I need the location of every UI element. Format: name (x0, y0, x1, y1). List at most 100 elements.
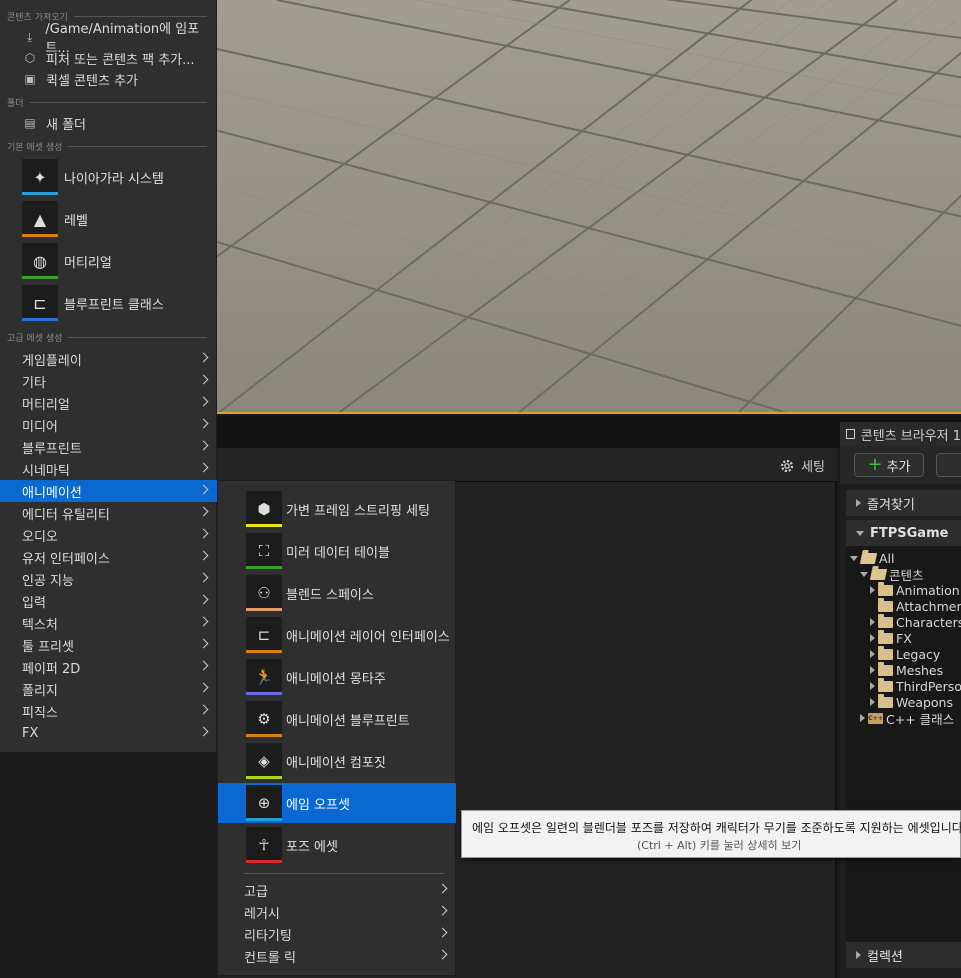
tree-item-label: 콘텐츠 (889, 567, 924, 583)
tree-item[interactable]: Animation (870, 581, 960, 598)
favorites-section[interactable]: 즐겨찾기 (846, 490, 961, 516)
tree-item[interactable]: Legacy (870, 645, 940, 662)
submenu-asset-item[interactable]: ⬢ 가변 프레임 스트리핑 세팅 (218, 489, 456, 529)
add-button[interactable]: + 추가 (854, 453, 924, 477)
submenu-asset-label: 포즈 에셋 (286, 839, 338, 855)
settings-button[interactable]: 세팅 (779, 456, 825, 475)
folder-icon (878, 597, 893, 612)
folder-open-icon (869, 568, 888, 580)
category-item[interactable]: 텍스처 (0, 612, 217, 634)
category-item[interactable]: 폴리지 (0, 678, 217, 700)
category-item[interactable]: 인공 지능 (0, 568, 217, 590)
submenu-divider (244, 873, 444, 874)
menu-item-feature-pack[interactable]: ⬡ 피처 또는 콘텐츠 팩 추가... (0, 47, 217, 69)
expand-arrow-icon[interactable] (870, 682, 875, 690)
section-label-folder: 폴더 (7, 96, 207, 109)
submenu-asset-item[interactable]: ⊏ 애니메이션 레이어 인터페이스 (218, 615, 456, 655)
tree-item[interactable]: ThirdPerson (870, 677, 961, 694)
submenu-asset-item[interactable]: ⊕ 에임 오프셋 (218, 783, 456, 823)
submenu-category-label: 레거시 (244, 906, 280, 922)
category-item[interactable]: 시네마틱 (0, 458, 217, 480)
category-item[interactable]: 입력 (0, 590, 217, 612)
tree-item[interactable]: C++ C++ 클래스 (860, 710, 954, 727)
category-item[interactable]: 애니메이션 (0, 480, 217, 502)
submenu-asset-item[interactable]: ⚇ 블렌드 스페이스 (218, 573, 456, 613)
asset-item-label: 나이아가라 시스템 (64, 171, 164, 187)
category-item[interactable]: FX (0, 722, 217, 744)
category-item[interactable]: 머티리얼 (0, 392, 217, 414)
collections-section[interactable]: 컬렉션 (846, 942, 961, 968)
chevron-right-icon (198, 594, 209, 605)
submenu-category-item[interactable]: 레거시 (218, 901, 456, 923)
submenu-asset-item[interactable]: ⚙ 애니메이션 블루프린트 (218, 699, 456, 739)
asset-item-level[interactable]: ▲ 레벨 (22, 199, 217, 239)
tree-item[interactable]: Meshes (870, 661, 944, 678)
gear-icon (780, 459, 794, 472)
category-item[interactable]: 게임플레이 (0, 348, 217, 370)
collapse-arrow-icon[interactable] (850, 555, 858, 561)
blueprint-icon: ⊏ (22, 285, 58, 321)
expand-arrow-icon[interactable] (860, 714, 865, 722)
category-label: 인공 지능 (22, 573, 74, 589)
section-label-basic: 기본 에셋 생성 (7, 140, 207, 153)
asset-item-blueprint[interactable]: ⊏ 블루프린트 클래스 (22, 283, 217, 323)
tooltip-text: 에임 오프셋은 일련의 블렌더블 포즈를 저장하여 캐릭터가 무기를 조준하도록… (472, 821, 961, 835)
tree-item[interactable]: 콘텐츠 (860, 566, 924, 583)
category-item[interactable]: 에디터 유틸리티 (0, 502, 217, 524)
add-asset-menu: 콘텐츠 가져오기 ⤓ /Game/Animation에 임포트... ⬡ 피처 … (0, 0, 217, 752)
menu-item-label: 피처 또는 콘텐츠 팩 추가... (46, 52, 195, 68)
submenu-asset-item[interactable]: ◈ 애니메이션 컴포짓 (218, 741, 456, 781)
category-item[interactable]: 블루프린트 (0, 436, 217, 458)
tree-item-label: FX (896, 630, 912, 646)
submenu-asset-item[interactable]: ⛶ 미러 데이터 테이블 (218, 531, 456, 571)
submenu-asset-item[interactable]: ☥ 포즈 에셋 (218, 825, 456, 865)
expand-arrow-icon (856, 951, 861, 959)
submenu-category-item[interactable]: 리타기팅 (218, 923, 456, 945)
category-item[interactable]: 툴 프리셋 (0, 634, 217, 656)
expand-arrow-icon[interactable] (870, 666, 875, 674)
menu-item-quixel[interactable]: ▣ 퀵셀 콘텐츠 추가 (0, 68, 217, 90)
chevron-right-icon (198, 440, 209, 451)
chevron-right-icon (198, 638, 209, 649)
folder-open-icon (859, 552, 878, 564)
chevron-right-icon (198, 682, 209, 693)
expand-arrow-icon[interactable] (870, 586, 875, 594)
menu-item-label: 새 폴더 (46, 117, 87, 133)
tree-item-label: Meshes (896, 662, 944, 678)
import-button[interactable] (936, 453, 961, 477)
menu-item-import[interactable]: ⤓ /Game/Animation에 임포트... (0, 22, 217, 56)
level-viewport[interactable] (217, 0, 961, 414)
expand-arrow-icon[interactable] (870, 650, 875, 658)
expand-arrow-icon[interactable] (870, 618, 875, 626)
category-item[interactable]: 미디어 (0, 414, 217, 436)
folder-icon (878, 677, 893, 692)
submenu-asset-label: 가변 프레임 스트리핑 세팅 (286, 503, 430, 519)
expand-arrow-icon[interactable] (870, 634, 875, 642)
tree-item-label: Animation (896, 582, 960, 598)
menu-item-new-folder[interactable]: ▤ 새 폴더 (0, 112, 217, 134)
submenu-category-item[interactable]: 고급 (218, 879, 456, 901)
category-item[interactable]: 오디오 (0, 524, 217, 546)
asset-item-material[interactable]: ◍ 머티리얼 (22, 241, 217, 281)
category-item[interactable]: 유저 인터페이스 (0, 546, 217, 568)
asset-item-niagara[interactable]: ✦ 나이아가라 시스템 (22, 157, 217, 197)
project-section[interactable]: FTPSGame (846, 520, 961, 546)
collapse-arrow-icon (856, 530, 864, 536)
cpp-folder-icon: C++ (868, 712, 883, 724)
category-item[interactable]: 피직스 (0, 700, 217, 722)
tree-item[interactable]: FX (870, 629, 912, 646)
category-item[interactable]: 기타 (0, 370, 217, 392)
tree-item-label: Weapons (896, 694, 953, 710)
collapse-arrow-icon[interactable] (860, 571, 868, 577)
submenu-category-item[interactable]: 컨트롤 릭 (218, 945, 456, 967)
category-label: 유저 인터페이스 (22, 551, 110, 567)
tree-item[interactable]: Attachments (870, 597, 961, 614)
expand-arrow-icon[interactable] (870, 698, 875, 706)
submenu-asset-item[interactable]: 🏃 애니메이션 몽타주 (218, 657, 456, 697)
content-browser-tab[interactable]: 콘텐츠 브라우저 1 (840, 422, 961, 446)
tree-item[interactable]: Characters (870, 613, 961, 630)
category-item[interactable]: 페이퍼 2D (0, 656, 217, 678)
tree-item[interactable]: All (850, 550, 895, 566)
chevron-right-icon (198, 660, 209, 671)
composite-icon: ◈ (246, 743, 282, 779)
